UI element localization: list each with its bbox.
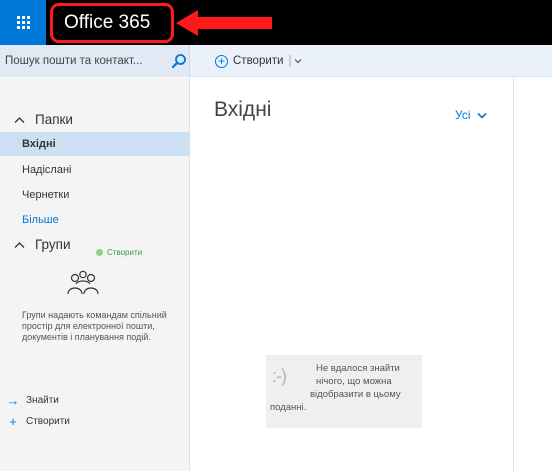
plus-icon: + bbox=[9, 414, 17, 429]
message-list-title: Вхідні bbox=[214, 98, 272, 121]
groups-header[interactable]: Групи bbox=[14, 237, 71, 252]
chevron-up-icon bbox=[14, 116, 25, 123]
discover-label: Знайти bbox=[26, 395, 59, 406]
filter-label: Усі bbox=[455, 108, 471, 122]
plus-circle-icon: + bbox=[215, 54, 228, 68]
folder-label: Надіслані bbox=[22, 164, 72, 176]
app-launcher-button[interactable] bbox=[0, 0, 46, 45]
search-box[interactable]: Пошук пошти та контакт... bbox=[0, 45, 190, 77]
plus-dot-icon bbox=[96, 249, 103, 256]
toolbar-separator: | bbox=[288, 55, 292, 67]
annotation-arrow-icon bbox=[176, 10, 272, 36]
chevron-down-icon[interactable] bbox=[294, 57, 302, 65]
search-input[interactable]: Пошук пошти та контакт... bbox=[5, 55, 143, 67]
folder-item-drafts[interactable]: Чернетки bbox=[0, 183, 190, 207]
new-message-button[interactable]: + Створити | bbox=[215, 52, 302, 70]
groups-header-label: Групи bbox=[35, 237, 71, 252]
waffle-icon bbox=[16, 16, 30, 29]
empty-line-1: Не вдалося знайти bbox=[316, 363, 400, 374]
groups-description: Групи надають командам спільний простір … bbox=[22, 310, 167, 342]
empty-line-4: поданні. bbox=[270, 402, 307, 413]
folder-item-sent[interactable]: Надіслані bbox=[0, 158, 190, 182]
discover-groups-link[interactable]: → Знайти bbox=[4, 393, 59, 408]
more-link-label: Більше bbox=[22, 214, 59, 226]
chevron-down-icon bbox=[476, 112, 487, 119]
empty-line-3: відобразити в цьому bbox=[310, 389, 401, 400]
folders-header-label: Папки bbox=[35, 112, 73, 127]
empty-state-message: Не вдалося знайти нічого, що можна відоб… bbox=[266, 362, 422, 414]
search-icon[interactable] bbox=[171, 53, 187, 69]
folder-label: Чернетки bbox=[22, 189, 70, 201]
folders-header[interactable]: Папки bbox=[14, 112, 73, 127]
folder-label: Вхідні bbox=[22, 138, 56, 150]
create-group-button[interactable]: Створити bbox=[96, 248, 142, 257]
more-folders-link[interactable]: Більше bbox=[0, 208, 190, 232]
create-link-label: Створити bbox=[26, 416, 70, 427]
chevron-up-icon bbox=[14, 241, 25, 248]
empty-state: :-) Не вдалося знайти нічого, що можна в… bbox=[266, 355, 422, 428]
filter-dropdown[interactable]: Усі bbox=[455, 108, 487, 122]
create-group-link[interactable]: + Створити bbox=[4, 414, 70, 429]
arrow-right-icon: → bbox=[6, 393, 20, 408]
create-group-label: Створити bbox=[107, 248, 143, 257]
pane-divider bbox=[513, 78, 514, 471]
empty-line-2: нічого, що можна bbox=[316, 376, 392, 387]
top-bar: Office 365 bbox=[0, 0, 552, 45]
people-icon bbox=[67, 270, 99, 295]
folder-item-inbox[interactable]: Вхідні bbox=[0, 132, 190, 156]
new-message-label: Створити bbox=[233, 55, 284, 67]
app-title[interactable]: Office 365 bbox=[50, 3, 174, 43]
